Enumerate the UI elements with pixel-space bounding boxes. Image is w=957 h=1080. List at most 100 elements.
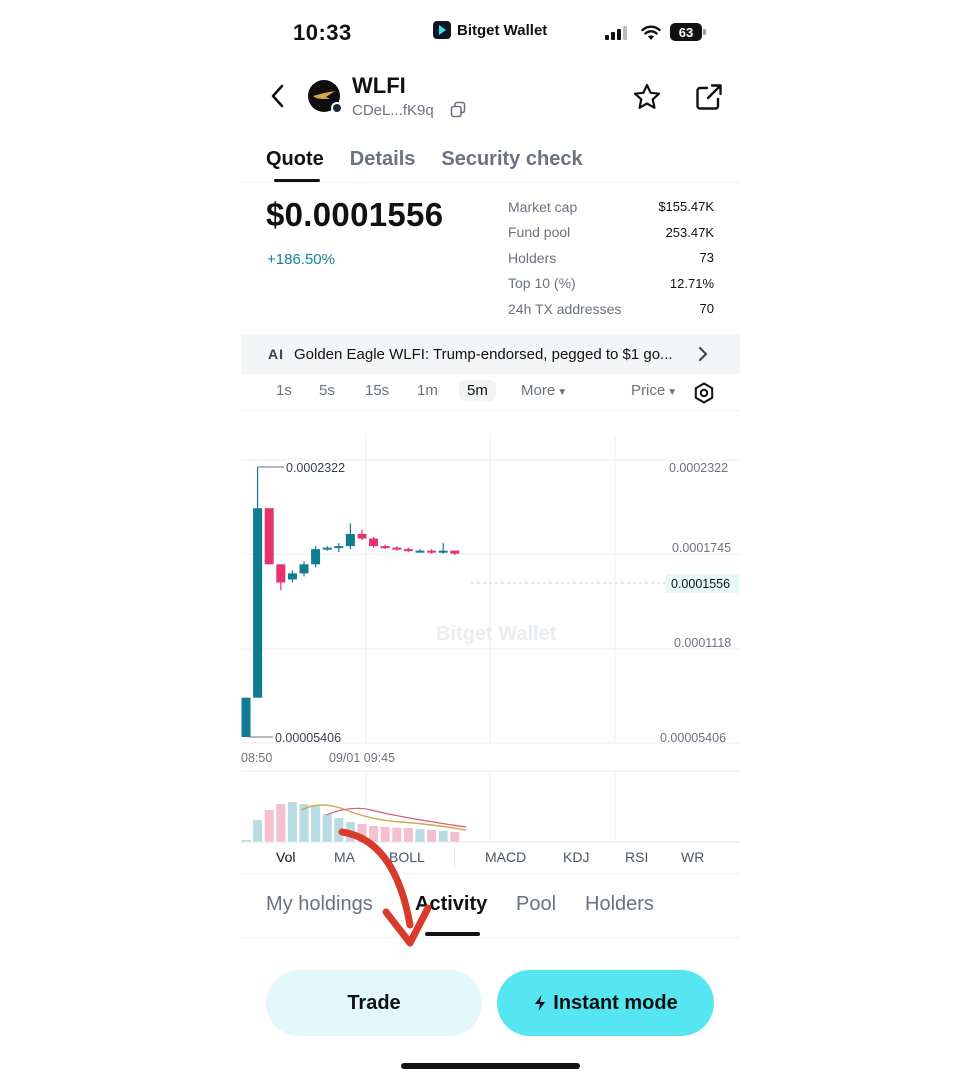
indicator-vol[interactable]: Vol [276, 849, 295, 865]
y-tick: 0.00005406 [660, 731, 726, 745]
volume-chart [241, 770, 740, 843]
candle-body [334, 546, 344, 549]
candlestick-chart[interactable]: Bitget Wallet 0.0001556 0.0002322 0.0001… [241, 430, 740, 775]
price-change: +186.50% [267, 251, 335, 268]
timeframe-5m[interactable]: 5m [459, 380, 496, 401]
candle-body [438, 550, 448, 553]
indicator-kdj[interactable]: KDJ [563, 849, 589, 865]
price-mode-label: Price [631, 382, 666, 399]
indicator-divider-line [241, 873, 740, 874]
star-icon[interactable] [632, 82, 662, 112]
volume-bar [264, 810, 274, 842]
y-tick: 0.0001745 [672, 541, 731, 555]
timeframe-5s[interactable]: 5s [319, 382, 335, 399]
stat-value: 70 [699, 301, 714, 317]
candle-body [415, 550, 425, 553]
stat-value: 73 [699, 250, 714, 266]
home-indicator [401, 1063, 580, 1069]
status-brand: Bitget Wallet [433, 21, 547, 39]
y-tick: 0.0002322 [669, 461, 728, 475]
timeframe-divider [241, 410, 740, 411]
stat-label: Fund pool [508, 224, 571, 241]
share-icon[interactable] [694, 82, 724, 112]
stat-label: 24h TX addresses [508, 300, 622, 317]
lightning-icon [535, 995, 546, 1011]
indicator-macd[interactable]: MACD [485, 849, 526, 865]
tab-details[interactable]: Details [350, 148, 416, 171]
back-icon[interactable] [266, 82, 290, 110]
timeframe-1m[interactable]: 1m [417, 382, 438, 399]
bitget-logo-icon [433, 21, 451, 39]
volume-bar [334, 818, 344, 842]
candle-body [287, 573, 297, 580]
volume-bar [345, 822, 355, 842]
candle-body [345, 533, 355, 547]
current-price: $0.0001556 [266, 196, 444, 233]
status-brand-text: Bitget Wallet [457, 21, 548, 39]
token-logo [308, 80, 343, 114]
chart-watermark: Bitget Wallet [436, 623, 557, 645]
volume-bar [357, 824, 367, 842]
status-time: 10:33 [293, 20, 352, 45]
candle-body [253, 508, 263, 698]
volume-bar [438, 830, 448, 842]
candle-body [276, 564, 286, 583]
wifi-icon [641, 25, 661, 40]
candle-body [241, 697, 251, 737]
more-label: More [521, 382, 556, 399]
chart-settings-icon[interactable] [693, 382, 715, 404]
chart-grid [241, 435, 740, 744]
ai-summary-banner[interactable]: AI Golden Eagle WLFI: Trump-endorsed, pe… [241, 334, 740, 374]
stat-label: Market cap [508, 198, 578, 215]
tab-quote[interactable]: Quote [266, 148, 324, 182]
volume-bar [427, 830, 437, 842]
trade-button[interactable]: Trade [266, 970, 482, 1036]
candle-body [403, 549, 413, 552]
volume-bar [415, 829, 425, 842]
volume-bar [369, 826, 379, 842]
stat-label: Top 10 (%) [508, 275, 576, 292]
ai-summary-text: Golden Eagle WLFI: Trump-endorsed, pegge… [294, 345, 673, 363]
indicator-boll[interactable]: BOLL [389, 849, 425, 865]
main-tabs: Quote Details Security check [266, 148, 609, 182]
volume-bar [450, 832, 460, 842]
tab-divider [241, 182, 739, 183]
volume-bar [403, 828, 413, 842]
bottom-tabs-divider [241, 937, 740, 938]
timeframe-1s[interactable]: 1s [276, 382, 292, 399]
tab-holders[interactable]: Holders [585, 893, 654, 916]
battery-icon: 63 [670, 23, 706, 41]
instant-mode-button[interactable]: Instant mode [497, 970, 714, 1036]
indicator-rsi[interactable]: RSI [625, 849, 648, 865]
volume-bar [311, 806, 321, 842]
tab-activity[interactable]: Activity [415, 893, 487, 916]
stat-value: 12.71% [669, 275, 714, 291]
high-label: 0.0002322 [286, 461, 345, 475]
status-bar: 10:33 Bitget Wallet 63 [0, 0, 957, 64]
volume-bar [276, 804, 286, 842]
stat-top10: Top 10 (%) 12.71% [508, 271, 714, 297]
tab-my-holdings[interactable]: My holdings [266, 893, 373, 916]
price-mode-dropdown[interactable]: Price ▼ [631, 382, 677, 399]
candle-body [380, 546, 390, 549]
candle-body [369, 538, 379, 547]
stat-market-cap: Market cap $155.47K [508, 194, 714, 220]
current-price-label: 0.0001556 [671, 577, 730, 591]
stat-fund-pool: Fund pool 253.47K [508, 220, 714, 246]
candle-body [357, 533, 367, 539]
indicator-wr[interactable]: WR [681, 849, 704, 865]
timeframe-15s[interactable]: 15s [365, 382, 389, 399]
candle-body [299, 564, 309, 574]
candle-body [450, 550, 460, 554]
tab-pool[interactable]: Pool [516, 893, 556, 916]
copy-icon[interactable] [450, 101, 466, 118]
volume-bar [253, 820, 263, 842]
tab-security-check[interactable]: Security check [441, 148, 582, 171]
active-tab-indicator [425, 932, 480, 936]
indicator-bar: Vol MA BOLL MACD KDJ RSI WR [241, 843, 740, 873]
token-stats: Market cap $155.47K Fund pool 253.47K Ho… [508, 194, 714, 322]
more-timeframes-button[interactable]: More ▼ [521, 382, 567, 399]
stat-24h-tx: 24h TX addresses 70 [508, 296, 714, 322]
timeframe-bar: 1s 5s 15s 1m 5m More ▼ Price ▼ [241, 378, 740, 410]
indicator-ma[interactable]: MA [334, 849, 355, 865]
